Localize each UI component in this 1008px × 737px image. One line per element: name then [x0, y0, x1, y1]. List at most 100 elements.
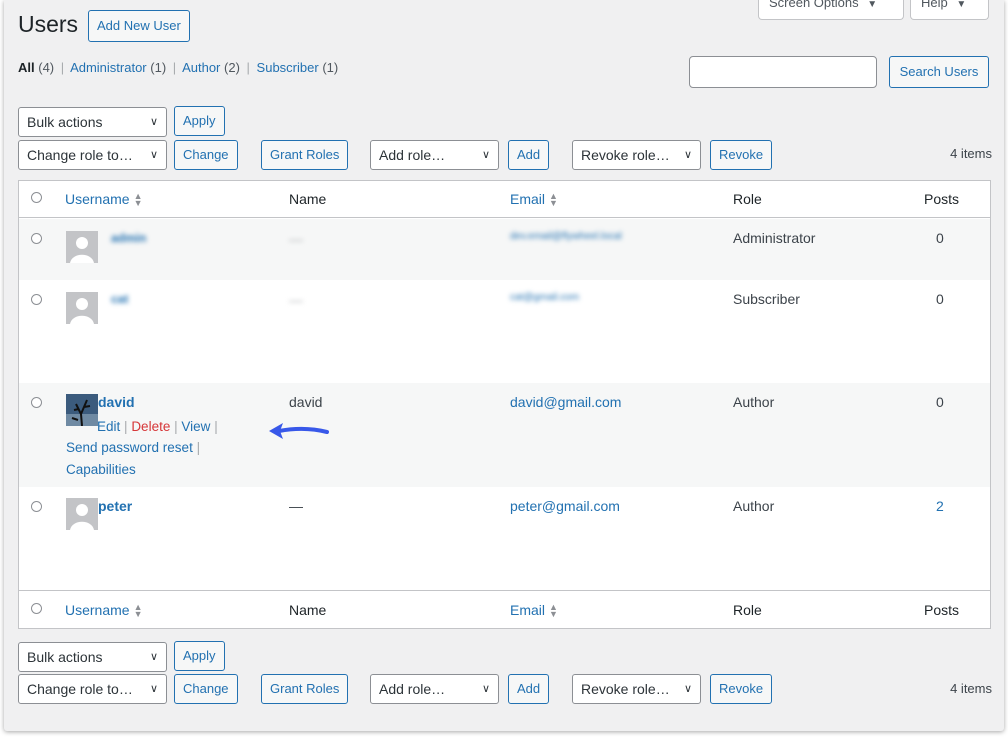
- row-checkbox[interactable]: [31, 397, 42, 408]
- row-checkbox[interactable]: [31, 294, 42, 305]
- caret-down-icon: ▼: [956, 0, 967, 10]
- user-name: —: [289, 231, 303, 247]
- filter-subscriber[interactable]: Subscriber: [257, 60, 319, 75]
- column-username-label: Username: [65, 191, 130, 207]
- avatar: [66, 498, 98, 530]
- row-checkbox[interactable]: [31, 233, 42, 244]
- search-users-button[interactable]: Search Users: [889, 56, 989, 88]
- bulk-actions-select-bottom[interactable]: Bulk actions ∨: [18, 642, 167, 672]
- add-role-value: Add role…: [379, 681, 446, 697]
- users-table: Username ▲ ▼ Name Email ▲ ▼ Role Posts admin…: [18, 180, 991, 629]
- edit-link[interactable]: Edit: [97, 419, 120, 434]
- chevron-down-icon: ∨: [149, 651, 158, 663]
- capabilities-link[interactable]: Capabilities: [66, 462, 136, 477]
- user-email[interactable]: cat@gmail.com: [510, 292, 579, 303]
- row-checkbox[interactable]: [31, 501, 42, 512]
- user-email[interactable]: peter@gmail.com: [510, 498, 620, 514]
- page-title: Users: [18, 11, 79, 37]
- table-header-row: Username ▲ ▼ Name Email ▲ ▼ Role Posts: [19, 181, 990, 218]
- action-separator: |: [196, 440, 201, 455]
- add-button-top[interactable]: Add: [508, 140, 550, 170]
- table-row: cat — cat@gmail.com Subscriber 0: [19, 280, 990, 383]
- send-password-reset-link[interactable]: Send password reset: [66, 440, 193, 455]
- column-username-bottom[interactable]: Username ▲ ▼: [65, 602, 143, 620]
- column-username[interactable]: Username ▲ ▼: [65, 191, 143, 208]
- add-button-bottom[interactable]: Add: [508, 674, 550, 704]
- row-actions-secondary: Send password reset | Capabilities: [66, 437, 200, 481]
- table-row: admin — dev.email@flywheel.local Adminis…: [19, 219, 990, 280]
- column-posts-bottom: Posts: [924, 602, 960, 618]
- column-email-label: Email: [510, 191, 546, 207]
- sort-icon: ▲ ▼: [549, 191, 558, 209]
- chevron-down-icon: ∨: [149, 149, 158, 161]
- username-link[interactable]: peter: [98, 498, 132, 514]
- avatar: [66, 231, 98, 263]
- user-posts-link[interactable]: 2: [936, 498, 944, 514]
- filter-separator: |: [172, 60, 177, 75]
- screen-options-label: Screen Options: [769, 0, 859, 10]
- user-email[interactable]: dev.email@flywheel.local: [510, 231, 622, 242]
- filter-administrator[interactable]: Administrator: [70, 60, 147, 75]
- action-separator: |: [124, 419, 128, 434]
- users-page: Users Add New User Screen Options ▼ Help…: [4, 0, 1004, 731]
- screen-options-button[interactable]: Screen Options ▼: [758, 0, 904, 20]
- filter-separator: |: [246, 60, 250, 75]
- avatar: [66, 394, 98, 426]
- chevron-down-icon: ∨: [683, 149, 692, 161]
- revoke-button-top[interactable]: Revoke: [710, 140, 773, 170]
- username-link[interactable]: david: [98, 394, 135, 410]
- apply-button-top[interactable]: Apply: [174, 106, 225, 136]
- user-role: Author: [733, 394, 775, 410]
- add-new-user-button[interactable]: Add New User: [88, 10, 190, 42]
- chevron-down-icon: ∨: [149, 116, 158, 128]
- add-role-select-top[interactable]: Add role… ∨: [370, 140, 499, 170]
- sort-icon: ▲ ▼: [133, 602, 143, 620]
- column-email[interactable]: Email ▲ ▼: [510, 191, 558, 209]
- username-link[interactable]: admin: [111, 231, 146, 245]
- user-posts: 0: [936, 394, 944, 410]
- grant-roles-button-top[interactable]: Grant Roles: [261, 140, 349, 170]
- user-email[interactable]: david@gmail.com: [510, 394, 621, 410]
- sort-icon: ▲ ▼: [549, 602, 558, 620]
- delete-link[interactable]: Delete: [131, 419, 170, 434]
- change-button-bottom[interactable]: Change: [174, 674, 238, 704]
- caret-down-icon: ▼: [867, 0, 878, 10]
- change-role-select-top[interactable]: Change role to… ∨: [18, 140, 167, 170]
- select-all-checkbox[interactable]: [31, 192, 42, 203]
- arrow-left-icon: [269, 423, 329, 439]
- avatar: [66, 292, 98, 324]
- bulk-actions-select-top[interactable]: Bulk actions ∨: [18, 107, 167, 137]
- column-username-label: Username: [65, 602, 130, 618]
- bulk-actions-value: Bulk actions: [27, 114, 103, 130]
- user-role: Administrator: [733, 230, 816, 246]
- search-users-input[interactable]: [689, 56, 877, 88]
- view-link[interactable]: View: [181, 419, 210, 434]
- revoke-role-select-top[interactable]: Revoke role… ∨: [572, 140, 701, 170]
- add-role-value: Add role…: [379, 147, 446, 163]
- revoke-role-select-bottom[interactable]: Revoke role… ∨: [572, 674, 701, 704]
- column-name: Name: [289, 191, 327, 207]
- username-link[interactable]: cat: [111, 292, 128, 306]
- chevron-down-icon: ∨: [481, 149, 490, 161]
- filter-all[interactable]: All: [18, 60, 35, 75]
- help-button[interactable]: Help ▼: [910, 0, 989, 20]
- select-all-checkbox-bottom[interactable]: [31, 603, 42, 614]
- row-actions: Edit | Delete | View |: [97, 416, 218, 438]
- revoke-button-bottom[interactable]: Revoke: [710, 674, 773, 704]
- grant-roles-button-bottom[interactable]: Grant Roles: [261, 674, 349, 704]
- user-role: Subscriber: [733, 291, 800, 307]
- user-name: —: [289, 498, 303, 514]
- change-button-top[interactable]: Change: [174, 140, 238, 170]
- column-posts: Posts: [924, 191, 960, 207]
- items-count-top: 4 items: [950, 146, 992, 161]
- column-role-bottom: Role: [733, 602, 762, 618]
- column-email-bottom[interactable]: Email ▲ ▼: [510, 602, 558, 620]
- column-name-bottom: Name: [289, 602, 327, 618]
- action-separator: |: [174, 419, 178, 434]
- action-separator: |: [214, 419, 218, 434]
- apply-button-bottom[interactable]: Apply: [174, 641, 225, 671]
- add-role-select-bottom[interactable]: Add role… ∨: [370, 674, 499, 704]
- change-role-select-bottom[interactable]: Change role to… ∨: [18, 674, 167, 704]
- filter-subscriber-count: (1): [322, 60, 339, 75]
- filter-author[interactable]: Author: [182, 60, 220, 75]
